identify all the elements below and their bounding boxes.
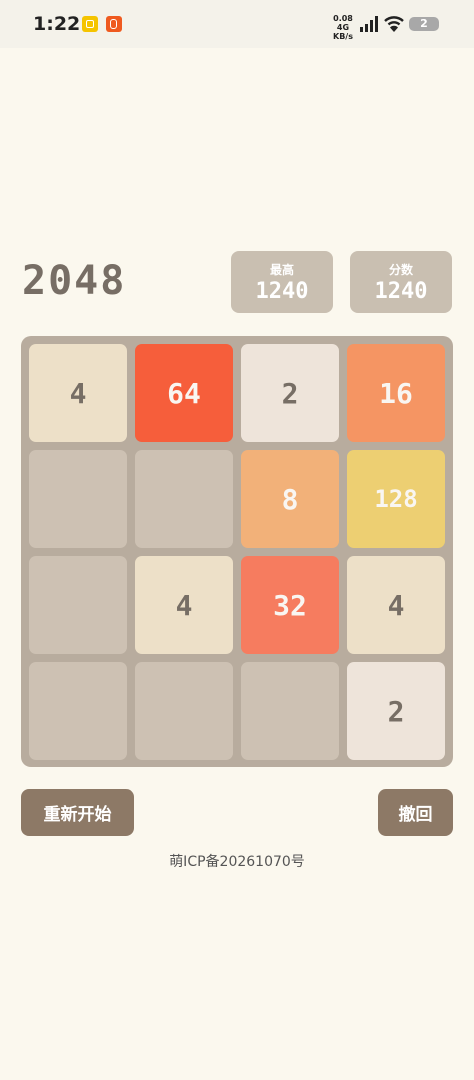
current-score-label: 分数 <box>388 263 413 277</box>
status-time: 1:22 <box>33 13 81 35</box>
empty-cell <box>241 662 339 760</box>
tile-64: 64 <box>135 344 233 442</box>
tile-128: 128 <box>347 450 445 548</box>
app-orange-icon <box>106 16 122 32</box>
current-score-value: 1240 <box>374 279 428 304</box>
game-title: 2048 <box>22 258 127 304</box>
network-speed: 0.08 4G KB/s <box>333 14 353 41</box>
empty-cell <box>29 450 127 548</box>
undo-button[interactable]: 撤回 <box>378 789 453 836</box>
best-score-box: 最高 1240 <box>231 251 333 313</box>
empty-cell <box>135 662 233 760</box>
status-bar: 1:22 0.08 4G KB/s 2 <box>0 0 474 48</box>
empty-cell <box>29 556 127 654</box>
empty-cell <box>29 662 127 760</box>
current-score-box: 分数 1240 <box>350 251 452 313</box>
tile-2: 2 <box>347 662 445 760</box>
tile-4: 4 <box>29 344 127 442</box>
wifi-icon <box>384 16 404 32</box>
game-screen: 1:22 0.08 4G KB/s 2 2048 最高 1240 分数 1240… <box>0 0 474 1080</box>
best-score-label: 最高 <box>269 263 294 277</box>
tile-16: 16 <box>347 344 445 442</box>
best-score-value: 1240 <box>255 279 309 304</box>
tile-32: 32 <box>241 556 339 654</box>
icp-license-text: 萌ICP备20261070号 <box>169 854 305 870</box>
tile-4: 4 <box>135 556 233 654</box>
empty-cell <box>135 450 233 548</box>
restart-button[interactable]: 重新开始 <box>21 789 134 836</box>
tile-8: 8 <box>241 450 339 548</box>
battery-icon: 2 <box>409 17 439 31</box>
tile-4: 4 <box>347 556 445 654</box>
tile-2: 2 <box>241 344 339 442</box>
app-yellow-icon <box>82 16 98 32</box>
signal-icon <box>360 16 378 32</box>
game-board[interactable]: 4 64 2 16 8 128 4 32 4 2 <box>21 336 453 767</box>
